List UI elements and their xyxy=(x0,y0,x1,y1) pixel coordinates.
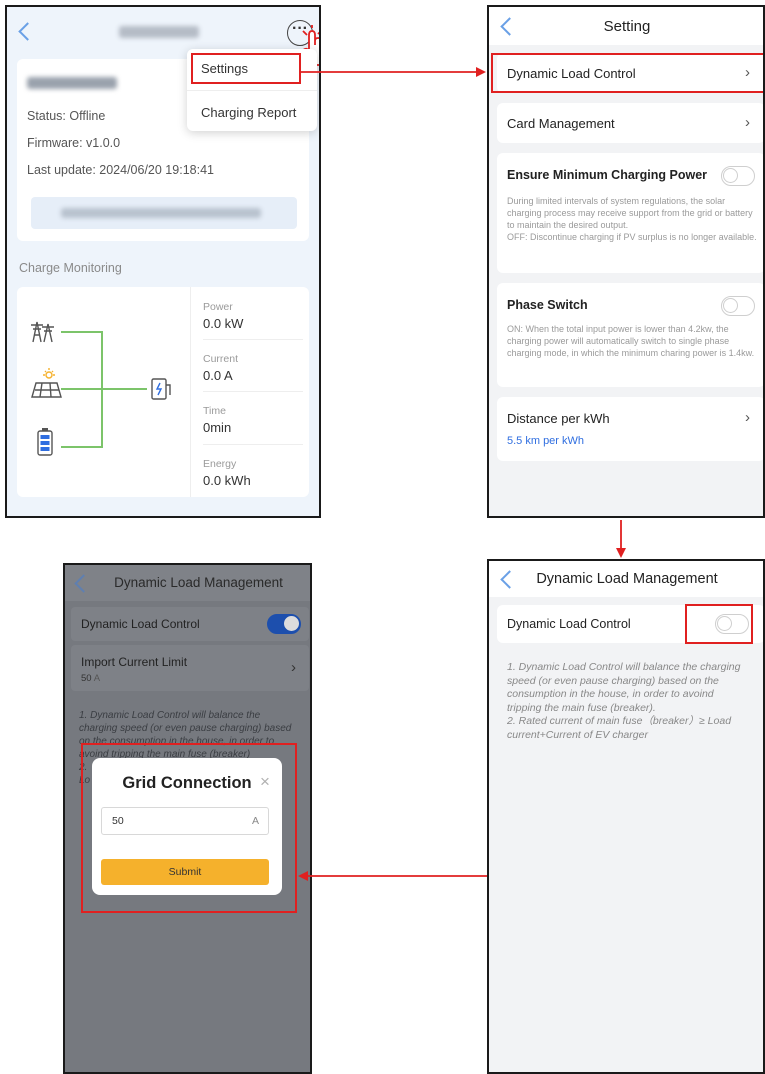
arrow-icon xyxy=(298,67,626,881)
